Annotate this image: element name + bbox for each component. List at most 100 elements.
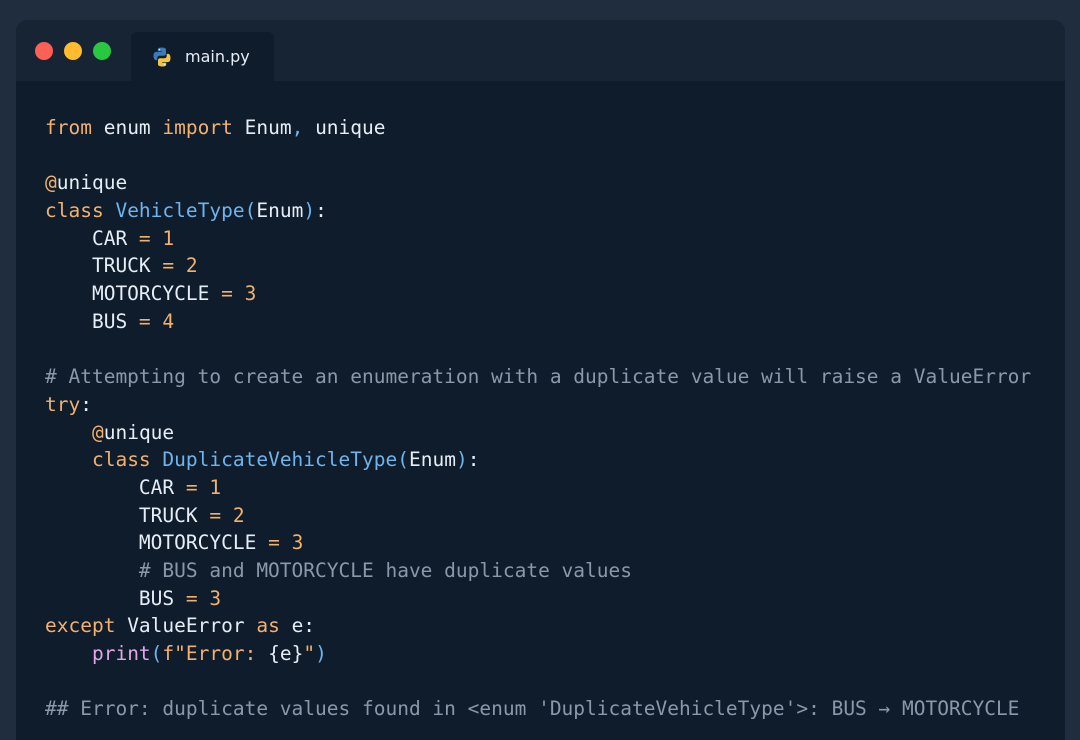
code-token-op: = bbox=[138, 309, 151, 333]
code-line: class DuplicateVehicleType(Enum): bbox=[45, 446, 1031, 474]
code-token-number: 3 bbox=[291, 531, 304, 555]
code-token-number: 1 bbox=[209, 475, 222, 499]
code-token-keyword: as bbox=[256, 614, 280, 638]
code-line: MOTORCYCLE = 3 bbox=[45, 280, 1031, 308]
code-token-name bbox=[221, 504, 233, 527]
code-line: @unique bbox=[45, 419, 1031, 447]
code-token-op: = bbox=[209, 503, 222, 527]
code-token-class: DuplicateVehicleType bbox=[162, 448, 398, 472]
code-token-punct: ( bbox=[150, 642, 163, 666]
tab-label: main.py bbox=[185, 47, 250, 66]
code-token-keyword: from bbox=[45, 116, 92, 139]
code-token-name bbox=[233, 282, 245, 305]
code-token-name bbox=[45, 642, 92, 665]
close-window-button[interactable] bbox=[35, 42, 53, 60]
code-token-punct: ) bbox=[303, 199, 316, 223]
code-token-op: = bbox=[185, 475, 198, 499]
code-token-op: = bbox=[162, 254, 175, 278]
code-line: # BUS and MOTORCYCLE have duplicate valu… bbox=[45, 557, 1031, 585]
code-token-name: Enum bbox=[256, 199, 304, 223]
code-token-name bbox=[151, 310, 163, 333]
code-line: from enum import Enum, unique bbox=[45, 114, 1031, 142]
code-token-op: = bbox=[138, 226, 151, 250]
code-token-name: ValueError bbox=[115, 614, 257, 638]
code-token-decorator: @ bbox=[91, 420, 104, 444]
code-line: BUS = 4 bbox=[45, 308, 1031, 336]
code-token-comment: # Attempting to create an enumeration wi… bbox=[45, 365, 1032, 389]
code-token-number: 3 bbox=[244, 282, 257, 306]
code-token-number: 4 bbox=[162, 309, 175, 333]
code-line: print(f"Error: {e}") bbox=[45, 640, 1031, 668]
code-token-name: : bbox=[315, 199, 327, 223]
code-token-number: 2 bbox=[232, 503, 245, 527]
code-token-name bbox=[151, 227, 163, 250]
code-token-punct: ( bbox=[397, 448, 409, 472]
code-token-name bbox=[280, 531, 292, 554]
code-token-name: Enum bbox=[408, 448, 456, 472]
maximize-window-button[interactable] bbox=[93, 42, 111, 60]
code-token-name: BUS bbox=[45, 309, 139, 333]
code-token-name: : bbox=[80, 392, 92, 416]
code-token-name bbox=[45, 421, 92, 444]
code-token-name bbox=[198, 587, 210, 610]
code-token-number: 1 bbox=[162, 226, 175, 250]
code-token-string: " bbox=[303, 642, 316, 666]
code-token-name: CAR bbox=[45, 226, 139, 250]
code-token-name: unique bbox=[303, 116, 386, 139]
code-token-name bbox=[45, 559, 139, 582]
code-editor[interactable]: from enum import Enum, unique @unique cla… bbox=[45, 114, 1031, 723]
code-token-name: MOTORCYCLE bbox=[45, 282, 222, 306]
code-token-punct: ) bbox=[455, 448, 468, 472]
code-token-name: TRUCK bbox=[45, 254, 163, 278]
code-token-string: f"Error: bbox=[162, 642, 269, 666]
code-line: @unique bbox=[45, 169, 1031, 197]
code-token-keyword: try bbox=[45, 392, 81, 416]
code-token-comment: ## Error: duplicate values found in <enu… bbox=[45, 697, 1020, 721]
code-line: CAR = 1 bbox=[45, 225, 1031, 253]
code-line: TRUCK = 2 bbox=[45, 502, 1031, 530]
code-line: try: bbox=[45, 391, 1031, 419]
code-token-name: unique bbox=[103, 420, 175, 444]
code-token-name: Enum bbox=[232, 116, 292, 139]
code-token-name bbox=[198, 476, 210, 499]
python-icon bbox=[151, 46, 173, 68]
code-token-punct: , bbox=[291, 116, 304, 139]
code-token-name bbox=[45, 448, 92, 471]
code-line: class VehicleType(Enum): bbox=[45, 197, 1031, 225]
code-token-name: CAR bbox=[45, 475, 186, 499]
code-token-keyword: import bbox=[162, 116, 233, 139]
title-bar: main.py bbox=[16, 20, 1065, 81]
code-token-keyword: class bbox=[91, 448, 151, 472]
code-token-comment: # BUS and MOTORCYCLE have duplicate valu… bbox=[138, 559, 633, 582]
code-line: ## Error: duplicate values found in <enu… bbox=[45, 695, 1031, 723]
code-token-name bbox=[151, 448, 163, 471]
code-token-name: {e} bbox=[268, 642, 304, 666]
code-token-number: 3 bbox=[209, 586, 222, 610]
code-token-decorator: @ bbox=[45, 171, 57, 195]
code-token-name bbox=[104, 199, 116, 222]
code-line: # Attempting to create an enumeration wi… bbox=[45, 363, 1031, 391]
code-token-builtin: print bbox=[91, 642, 151, 666]
code-token-name: enum bbox=[91, 116, 163, 139]
code-token-number: 2 bbox=[185, 254, 198, 278]
code-line: TRUCK = 2 bbox=[45, 252, 1031, 280]
code-token-class: VehicleType bbox=[115, 199, 245, 223]
code-line: MOTORCYCLE = 3 bbox=[45, 529, 1031, 557]
code-token-name: MOTORCYCLE bbox=[45, 531, 269, 555]
code-token-name bbox=[174, 254, 186, 277]
code-token-op: = bbox=[185, 586, 198, 610]
code-token-punct: ) bbox=[315, 642, 327, 666]
code-token-name: : bbox=[467, 448, 480, 472]
code-line: BUS = 3 bbox=[45, 585, 1031, 613]
minimize-window-button[interactable] bbox=[64, 42, 82, 60]
code-line: CAR = 1 bbox=[45, 474, 1031, 502]
code-token-punct: ( bbox=[244, 199, 257, 223]
code-token-keyword: class bbox=[45, 199, 104, 223]
tab-main-py[interactable]: main.py bbox=[131, 32, 274, 81]
editor-window: main.py from enum import Enum, unique @u… bbox=[16, 20, 1065, 740]
code-token-name: TRUCK bbox=[45, 503, 210, 527]
code-token-name: unique bbox=[56, 171, 128, 195]
